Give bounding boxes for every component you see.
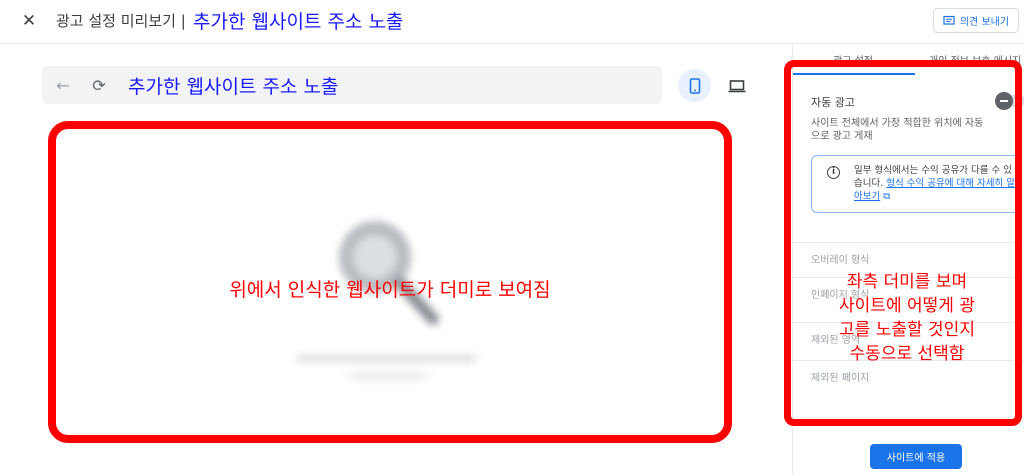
annotation-line: 좌측 더미를 보며 (846, 272, 968, 292)
panel-annotation-outline (784, 60, 1022, 426)
mobile-icon (689, 77, 700, 94)
top-bar: ✕ 광고 설정 미리보기 | 추가한 웹사이트 주소 노출 의견 보내기 (0, 0, 1024, 44)
title-annotation: 추가한 웹사이트 주소 노출 (193, 11, 404, 33)
mobile-view-button[interactable] (678, 69, 711, 102)
desktop-view-button[interactable] (720, 69, 753, 102)
annotation-line: 고를 노출할 것인지 (839, 320, 975, 340)
feedback-icon (943, 15, 955, 25)
back-arrow-icon[interactable]: ← (52, 74, 74, 96)
refresh-icon[interactable]: ⟳ (88, 74, 110, 96)
url-annotation: 추가한 웹사이트 주소 노출 (128, 76, 339, 98)
apply-to-site-button[interactable]: 사이트에 적용 (870, 444, 962, 469)
preview-annotation: 위에서 인식한 웹사이트가 더미로 보여짐 (229, 279, 551, 301)
feedback-button[interactable]: 의견 보내기 (933, 8, 1019, 33)
desktop-icon (728, 79, 745, 92)
page-title: 광고 설정 미리보기 | (56, 12, 186, 30)
panel-annotation: 좌측 더미를 보며 사이트에 어떻게 광 고를 노출할 것인지 수동으로 선택함 (822, 270, 992, 366)
annotation-line: 수동으로 선택함 (849, 344, 965, 364)
close-icon[interactable]: ✕ (16, 8, 42, 34)
browser-address-bar: ← ⟳ 추가한 웹사이트 주소 노출 (42, 66, 662, 104)
website-dummy-preview: 위에서 인식한 웹사이트가 더미로 보여짐 (48, 121, 732, 443)
annotation-line: 사이트에 어떻게 광 (839, 296, 975, 316)
feedback-label: 의견 보내기 (959, 17, 1010, 28)
